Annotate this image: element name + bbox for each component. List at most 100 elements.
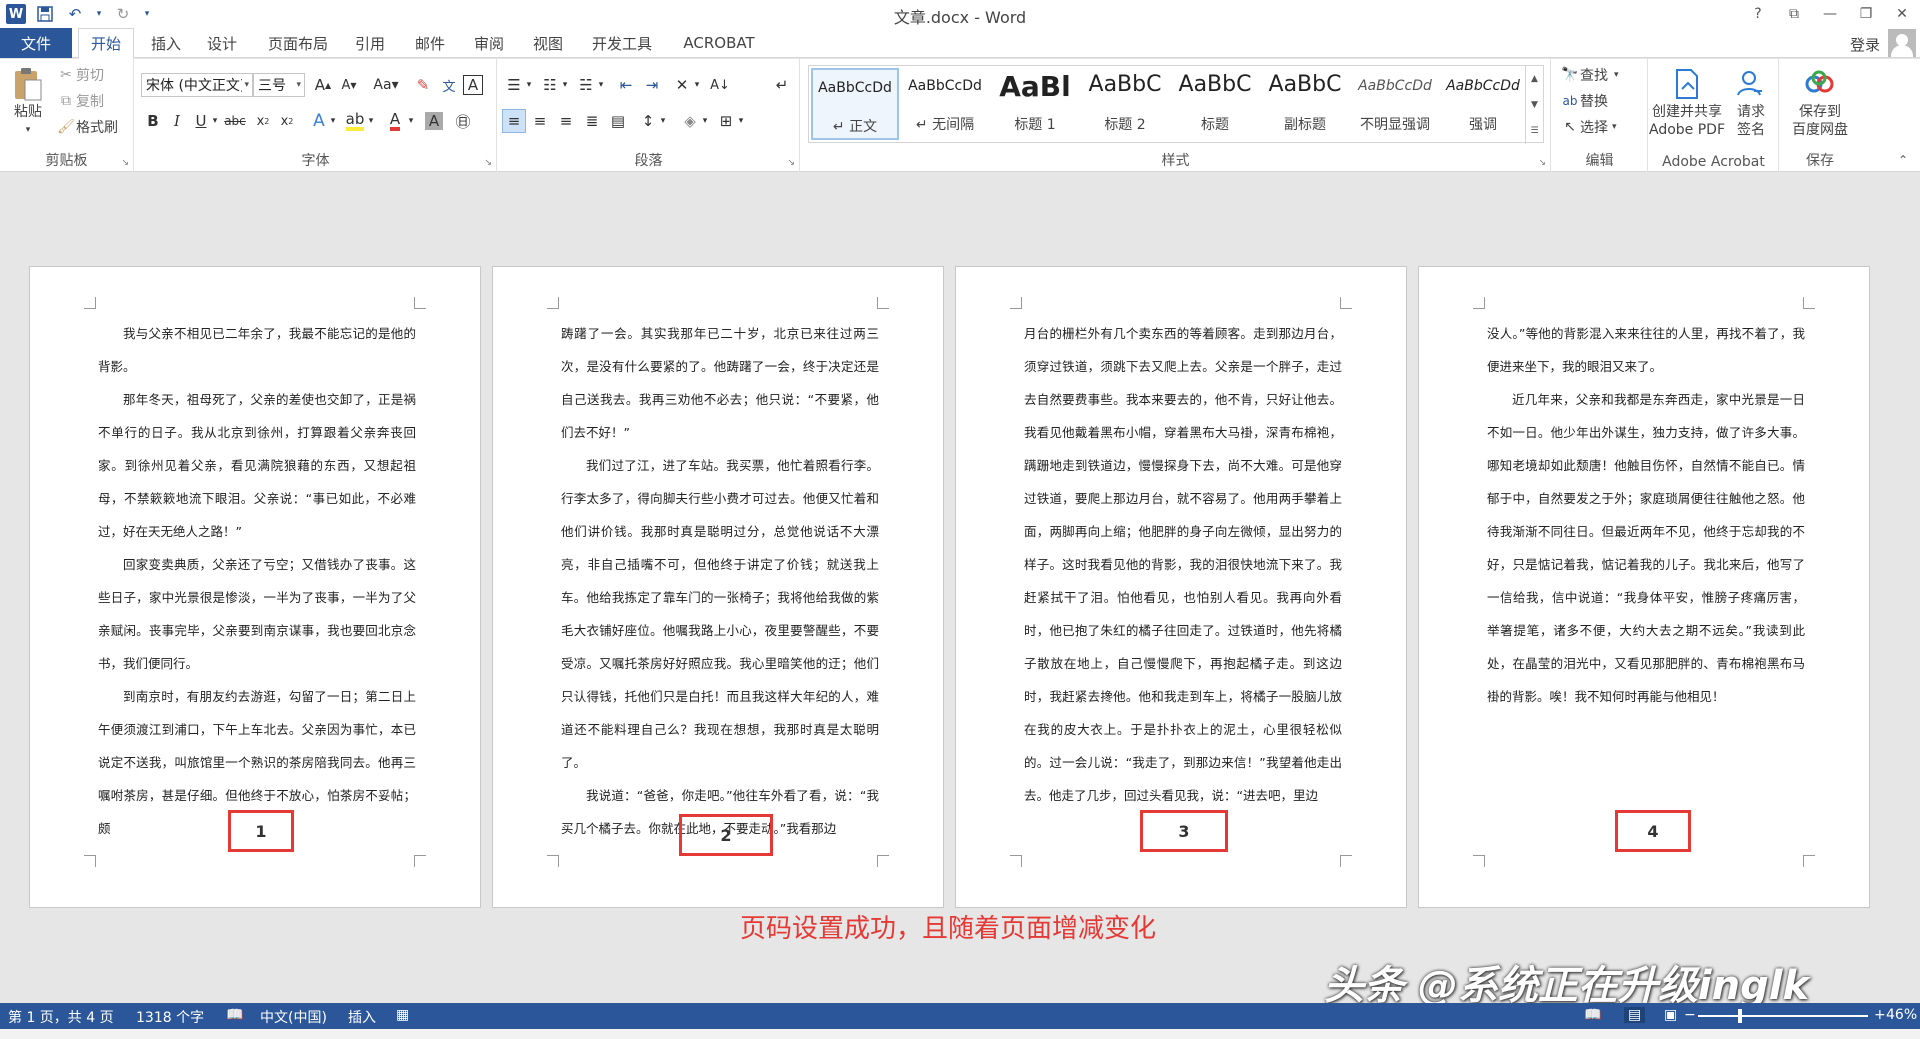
- gallery-more-icon[interactable]: ☰: [1526, 118, 1543, 144]
- line-spacing-icon[interactable]: ↕: [636, 109, 660, 133]
- word-count-status[interactable]: 1318 个字: [136, 1007, 204, 1027]
- line-spacing-dropdown-icon[interactable]: ▾: [658, 109, 668, 133]
- multilevel-dropdown-icon[interactable]: ▾: [596, 73, 606, 97]
- styles-launcher-icon[interactable]: ↘: [1538, 158, 1546, 168]
- numbering-dropdown-icon[interactable]: ▾: [560, 73, 570, 97]
- style-no-spacing[interactable]: AaBbCcDd ↵ 无间隔: [901, 68, 989, 140]
- read-mode-icon[interactable]: 📖: [1584, 1007, 1601, 1023]
- restore-button[interactable]: ❐: [1848, 0, 1884, 28]
- phonetic-guide-icon[interactable]: 文: [437, 73, 461, 97]
- find-button[interactable]: 🔭 查找 ▾: [1560, 65, 1618, 85]
- style-heading-2[interactable]: AaBbC 标题 2: [1081, 68, 1169, 140]
- page-1[interactable]: 我与父亲不相见已二年余了，我最不能忘记的是他的背影。 那年冬天，祖母死了，父亲的…: [29, 266, 481, 908]
- numbering-icon[interactable]: ☷: [538, 73, 562, 97]
- tab-layout[interactable]: 页面布局: [256, 28, 340, 58]
- create-share-pdf-button[interactable]: 创建并共享 Adobe PDF: [1649, 65, 1725, 139]
- bullets-dropdown-icon[interactable]: ▾: [524, 73, 534, 97]
- web-layout-icon[interactable]: ▣: [1664, 1007, 1677, 1023]
- align-left-icon[interactable]: ≡: [502, 109, 526, 133]
- sort-icon[interactable]: A↓: [708, 73, 732, 97]
- decrease-indent-icon[interactable]: ⇤: [614, 73, 638, 97]
- chinese-layout-dropdown-icon[interactable]: ▾: [692, 73, 702, 97]
- shrink-font-icon[interactable]: A ▼: [337, 73, 361, 97]
- redo-icon[interactable]: ↻: [112, 3, 134, 25]
- minimize-button[interactable]: —: [1812, 0, 1848, 28]
- bold-icon[interactable]: B: [141, 109, 165, 133]
- gallery-up-icon[interactable]: ▲: [1526, 66, 1543, 92]
- style-title[interactable]: AaBbC 标题: [1171, 68, 1259, 140]
- zoom-slider-thumb[interactable]: [1738, 1009, 1742, 1023]
- zoom-slider[interactable]: [1698, 1015, 1868, 1017]
- paste-button[interactable]: 粘贴 ▾: [6, 65, 50, 139]
- character-shading-icon[interactable]: A: [425, 112, 443, 130]
- page-count-status[interactable]: 第 1 页，共 4 页: [8, 1007, 114, 1027]
- style-normal[interactable]: AaBbCcDd ↵ 正文: [811, 68, 899, 140]
- font-launcher-icon[interactable]: ↘: [484, 158, 492, 168]
- insert-mode-status[interactable]: 插入: [348, 1007, 376, 1027]
- copy-button[interactable]: ⧉ 复制: [56, 91, 104, 111]
- paste-dropdown-icon[interactable]: ▾: [6, 121, 50, 139]
- collapse-ribbon-icon[interactable]: ⌃: [1898, 153, 1908, 167]
- align-right-icon[interactable]: ≡: [554, 109, 578, 133]
- clipboard-launcher-icon[interactable]: ↘: [121, 158, 129, 168]
- tab-home[interactable]: 开始: [78, 28, 134, 59]
- undo-icon[interactable]: ↶: [64, 3, 86, 25]
- shading-dropdown-icon[interactable]: ▾: [700, 109, 710, 133]
- page-2[interactable]: 踌躇了一会。其实我那年已二十岁，北京已来往过两三次，是没有什么要紧的了。他踌躇了…: [492, 266, 944, 908]
- chinese-layout-icon[interactable]: ✕: [670, 73, 694, 97]
- multilevel-list-icon[interactable]: ☵: [574, 73, 598, 97]
- justify-icon[interactable]: ≣: [580, 109, 604, 133]
- format-painter-button[interactable]: 🖌 格式刷: [56, 117, 118, 137]
- style-subtle-emphasis[interactable]: AaBbCcDd 不明显强调: [1351, 68, 1439, 140]
- font-size-combo[interactable]: 三号 ▾: [253, 73, 305, 97]
- style-subtitle[interactable]: AaBbC 副标题: [1261, 68, 1349, 140]
- ribbon-display-button[interactable]: ⧉: [1776, 0, 1812, 28]
- page-3[interactable]: 月台的栅栏外有几个卖东西的等着顾客。走到那边月台，须穿过铁道，须跳下去又爬上去。…: [955, 266, 1407, 908]
- style-emphasis[interactable]: AaBbCcDd 强调: [1439, 68, 1527, 140]
- italic-icon[interactable]: I: [165, 109, 189, 133]
- superscript-icon[interactable]: x2: [275, 109, 299, 133]
- tab-mailings[interactable]: 邮件: [404, 28, 456, 58]
- request-signature-button[interactable]: 请求 签名: [1727, 65, 1775, 139]
- bullets-icon[interactable]: ☰: [502, 73, 526, 97]
- grow-font-icon[interactable]: A ▲: [311, 73, 335, 97]
- tab-design[interactable]: 设计: [196, 28, 248, 58]
- tab-review[interactable]: 审阅: [463, 28, 515, 58]
- tab-developer[interactable]: 开发工具: [584, 28, 660, 58]
- select-button[interactable]: ↖ 选择 ▾: [1560, 117, 1616, 137]
- replace-button[interactable]: ab 替换: [1560, 91, 1609, 111]
- subscript-icon[interactable]: x2: [251, 109, 275, 133]
- zoom-in-icon[interactable]: +: [1874, 1007, 1886, 1023]
- tab-view[interactable]: 视图: [522, 28, 574, 58]
- clear-formatting-icon[interactable]: ✎: [411, 73, 435, 97]
- tab-references[interactable]: 引用: [344, 28, 396, 58]
- page-4[interactable]: 没人。”等他的背影混入来来往往的人里，再找不着了，我便进来坐下，我的眼泪又来了。…: [1418, 266, 1870, 908]
- avatar[interactable]: [1888, 29, 1916, 57]
- strikethrough-icon[interactable]: abc: [223, 109, 247, 133]
- borders-dropdown-icon[interactable]: ▾: [736, 109, 746, 133]
- highlight-icon[interactable]: ab: [343, 109, 367, 133]
- macro-icon[interactable]: ▦: [396, 1007, 409, 1023]
- gallery-down-icon[interactable]: ▼: [1526, 92, 1543, 118]
- zoom-out-icon[interactable]: −: [1684, 1007, 1696, 1023]
- print-layout-icon[interactable]: ▤: [1624, 1007, 1646, 1023]
- borders-icon[interactable]: ⊞: [714, 109, 738, 133]
- language-status[interactable]: 中文(中国): [260, 1007, 327, 1027]
- underline-dropdown-icon[interactable]: ▾: [209, 109, 221, 133]
- proofing-icon[interactable]: 📖: [226, 1007, 243, 1023]
- enclosed-char-icon[interactable]: ㊐: [451, 109, 475, 133]
- highlight-dropdown-icon[interactable]: ▾: [365, 109, 377, 133]
- save-icon[interactable]: [34, 3, 56, 25]
- text-effects-dropdown-icon[interactable]: ▾: [327, 109, 339, 133]
- document-area[interactable]: 我与父亲不相见已二年余了，我最不能忘记的是他的背影。 那年冬天，祖母死了，父亲的…: [0, 173, 1920, 1009]
- align-center-icon[interactable]: ≡: [528, 109, 552, 133]
- help-button[interactable]: ?: [1740, 0, 1776, 28]
- enclose-character-icon[interactable]: A: [463, 75, 483, 95]
- show-marks-icon[interactable]: ↵: [770, 73, 794, 97]
- increase-indent-icon[interactable]: ⇥: [640, 73, 664, 97]
- paragraph-launcher-icon[interactable]: ↘: [787, 158, 795, 168]
- font-color-dropdown-icon[interactable]: ▾: [405, 109, 417, 133]
- style-heading-1[interactable]: AaBl 标题 1: [991, 68, 1079, 140]
- sign-in-link[interactable]: 登录: [1850, 34, 1880, 55]
- tab-insert[interactable]: 插入: [140, 28, 192, 58]
